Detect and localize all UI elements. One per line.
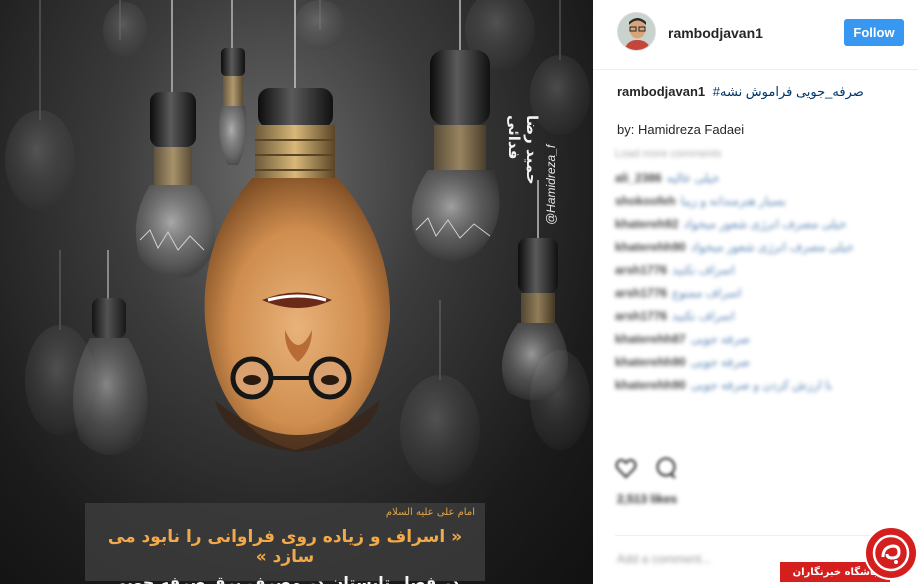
comment-item: khaterehh90 خیلی مصرف انرژی شعور میخواد (615, 240, 905, 263)
likes-count: 2,513 likes (617, 492, 678, 506)
caption-hashtag-link[interactable]: صرفه_جویی فراموش نشه# (713, 84, 864, 99)
comment-text: خیلی عالیه (666, 171, 720, 185)
comment-user[interactable]: khaterehh87 (615, 332, 686, 346)
post-side-panel: rambodjavan1 Follow rambodjavan1 صرفه_جو… (593, 0, 918, 584)
comment-user[interactable]: khatereh92 (615, 217, 678, 231)
comment-user[interactable]: shokoofeh (615, 194, 676, 208)
comment-text: با ارزش کردن و صرفه جویی (690, 378, 833, 392)
heart-icon[interactable] (613, 455, 639, 481)
watermark-badge: باشگاه خبرنگاران (780, 522, 918, 584)
bulb-left-small (219, 0, 247, 165)
comment-item: khatereh92 خیلی مصرف انرژی شعور میخواد (615, 217, 905, 240)
comment-user[interactable]: khaterehh90 (615, 355, 686, 369)
load-more-comments[interactable]: Load more comments (615, 148, 905, 171)
quote-main: « اسراف و زیاده روی فراوانی را نابود می … (107, 527, 463, 567)
comment-icon[interactable] (653, 455, 679, 481)
comment-item: khaterehh90 صرفه جویی (615, 355, 905, 378)
artist-signature: حمید رضا فدائی (505, 115, 541, 185)
comment-item: arsh1776 اسراف ممنوع (615, 286, 905, 309)
comment-text: خیلی مصرف انرژی شعور میخواد (690, 240, 854, 254)
comment-text: بسیار هنرمندانه و زیبا (680, 194, 787, 208)
watermark-logo-icon (864, 526, 918, 580)
post-header: rambodjavan1 Follow (593, 0, 918, 70)
follow-button[interactable]: Follow (844, 19, 904, 46)
bulb-left-broken (135, 0, 215, 278)
username-link[interactable]: rambodjavan1 (668, 25, 763, 41)
bulb-left-lower (72, 250, 148, 455)
post-caption: rambodjavan1 صرفه_جویی فراموش نشه# (617, 84, 907, 100)
quote-box: امام علی علیه السلام « اسراف و زیاده روی… (85, 503, 485, 584)
comment-item: arsh1776 اسراف نکنید (615, 309, 905, 332)
caption-username-link[interactable]: rambodjavan1 (617, 84, 705, 99)
comment-text: خیلی مصرف انرژی شعور میخواد (683, 217, 847, 231)
instagram-post-view: حمید رضا فدائی @Hamidreza_f امام علی علی… (0, 0, 918, 584)
artwork-illustration (5, 0, 590, 485)
comment-text: صرفه جویی (690, 332, 750, 346)
post-image[interactable]: حمید رضا فدائی @Hamidreza_f امام علی علی… (0, 0, 593, 584)
comment-user[interactable]: arsh1776 (615, 286, 667, 300)
comment-item: arsh1776 اسراف نکنید (615, 263, 905, 286)
comment-item: ali_2386 خیلی عالیه (615, 171, 905, 194)
quote-sub: در فصل تابستان در مصرف برق صرفه جویی کنی… (110, 573, 460, 584)
comment-user[interactable]: khaterehh90 (615, 378, 686, 392)
comment-item: khaterehh90 با ارزش کردن و صرفه جویی (615, 378, 905, 401)
comment-user[interactable]: khaterehh90 (615, 240, 686, 254)
comment-text: اسراف نکنید (672, 263, 735, 277)
avatar-image (618, 13, 655, 50)
comment-text: اسراف ممنوع (672, 286, 742, 300)
comment-user[interactable]: ali_2386 (615, 171, 662, 185)
comment-text: صرفه جویی (690, 355, 750, 369)
post-actions (613, 455, 679, 485)
comment-user[interactable]: arsh1776 (615, 309, 667, 323)
comment-user[interactable]: arsh1776 (615, 263, 667, 277)
add-comment-field[interactable]: Add a comment... (617, 552, 711, 566)
comment-item: shokoofeh بسیار هنرمندانه و زیبا (615, 194, 905, 217)
avatar[interactable] (617, 12, 656, 51)
comment-text: اسراف نکنید (672, 309, 735, 323)
comment-item: khaterehh87 صرفه جویی (615, 332, 905, 355)
caption-credit: by: Hamidreza Fadaei (617, 122, 745, 137)
quote-attribution: امام علی علیه السلام (385, 507, 475, 518)
comments-list: Load more comments ali_2386 خیلی عالیه sh… (615, 148, 905, 448)
artist-handle: @Hamidreza_f (544, 144, 558, 225)
